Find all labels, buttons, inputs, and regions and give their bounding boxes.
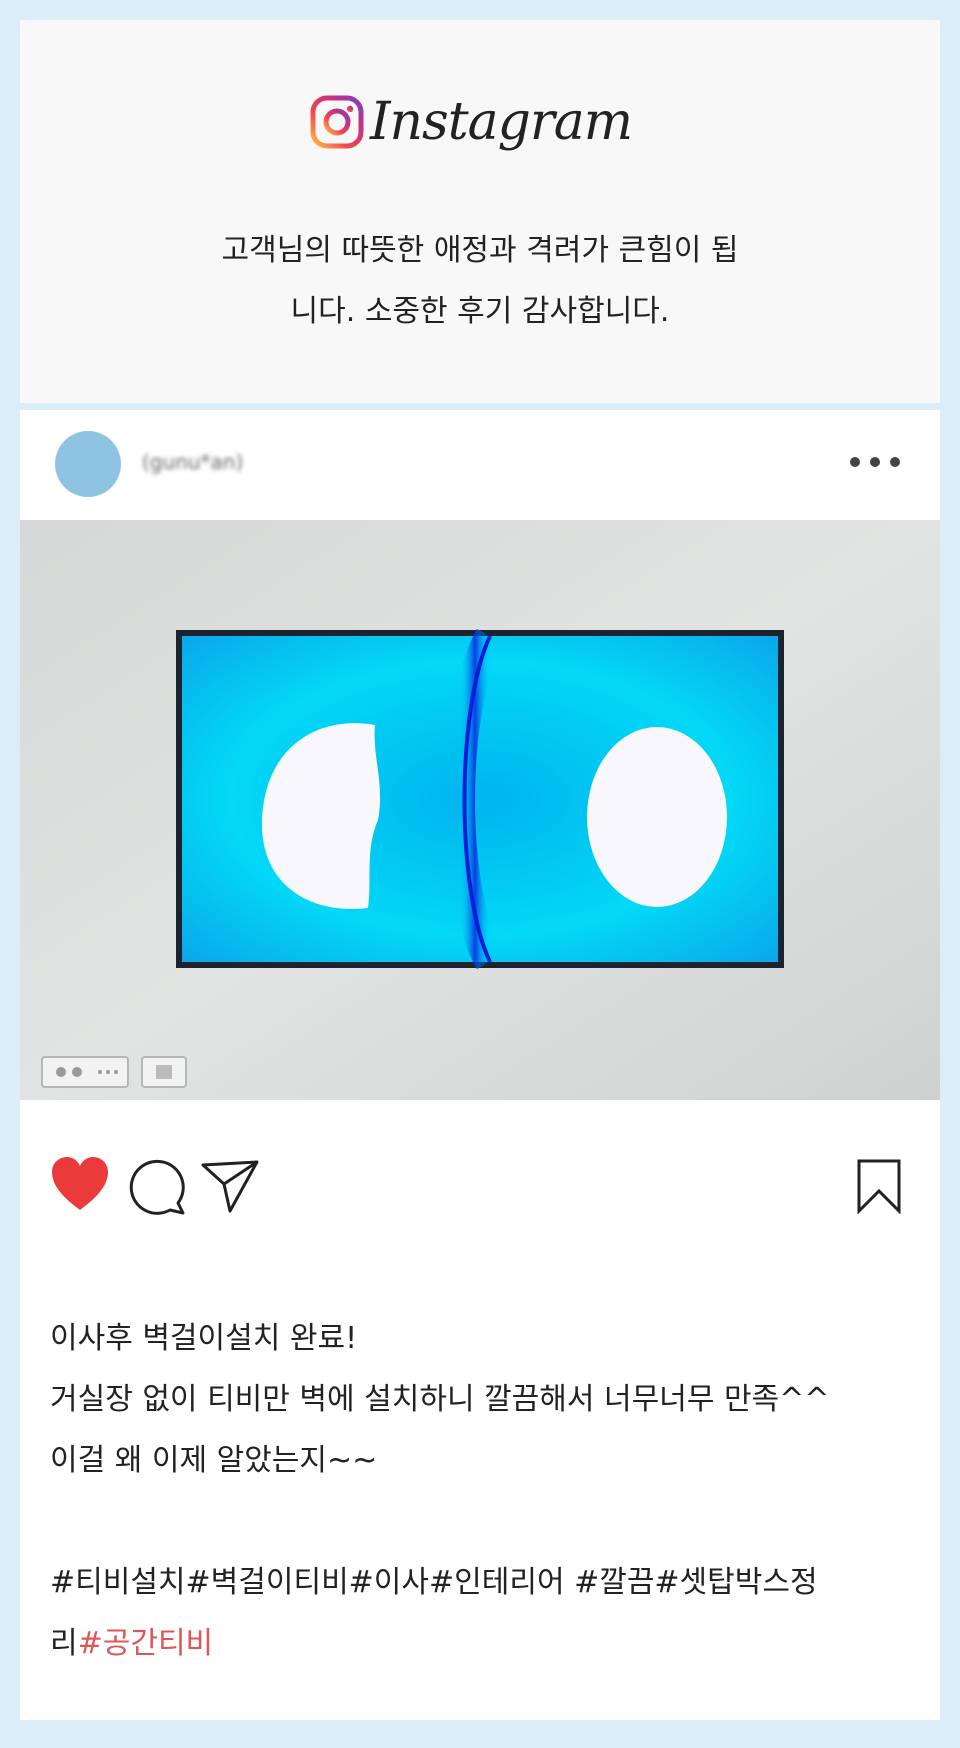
- post-actions: [20, 1150, 940, 1220]
- more-options-icon[interactable]: [850, 452, 900, 472]
- thanks-message: 고객님의 따뜻한 애정과 격려가 큰힘이 됩 니다. 소중한 후기 감사합니다.: [190, 220, 770, 342]
- bookmark-icon[interactable]: [856, 1158, 902, 1214]
- hashtag-text[interactable]: 리: [50, 1626, 78, 1661]
- dot: [850, 457, 860, 467]
- comment-icon[interactable]: [128, 1156, 188, 1216]
- instagram-wordmark: Instagram: [370, 92, 633, 152]
- hashtags-line-1[interactable]: #티비설치#벽걸이티비#이사#인테리어 #깔끔#셋탑박스정: [50, 1552, 920, 1613]
- caption-spacer: [50, 1491, 920, 1552]
- header-card: Instagram 고객님의 따뜻한 애정과 격려가 큰힘이 됩 니다. 소중한…: [20, 20, 940, 403]
- share-icon[interactable]: [200, 1158, 260, 1214]
- instagram-post: (gunu*an) 이사후 벽걸이설치 완료! 거실장 없이 티비만 벽에 설치…: [20, 410, 940, 1720]
- hashtag-highlight[interactable]: #공간티비: [78, 1626, 214, 1661]
- post-caption: 이사후 벽걸이설치 완료! 거실장 없이 티비만 벽에 설치하니 깔끔해서 너무…: [50, 1308, 920, 1674]
- instagram-icon: [310, 95, 364, 149]
- post-username[interactable]: (gunu*an): [142, 450, 243, 474]
- thanks-line-1: 고객님의 따뜻한 애정과 격려가 큰힘이 됩: [221, 233, 739, 268]
- caption-line-3: 이걸 왜 이제 알았는지~~: [50, 1443, 378, 1478]
- dot: [870, 457, 880, 467]
- avatar[interactable]: [55, 431, 121, 497]
- dot: [890, 457, 900, 467]
- caption-line-1: 이사후 벽걸이설치 완료!: [50, 1321, 358, 1356]
- hashtags-line-2: 리#공간티비: [50, 1613, 920, 1674]
- heart-icon[interactable]: [50, 1156, 110, 1212]
- thanks-line-2: 니다. 소중한 후기 감사합니다.: [290, 294, 670, 329]
- instagram-logo: Instagram: [310, 82, 633, 162]
- caption-line-2: 거실장 없이 티비만 벽에 설치하니 깔끔해서 너무너무 만족^^: [50, 1382, 830, 1417]
- post-photo: [20, 520, 940, 1100]
